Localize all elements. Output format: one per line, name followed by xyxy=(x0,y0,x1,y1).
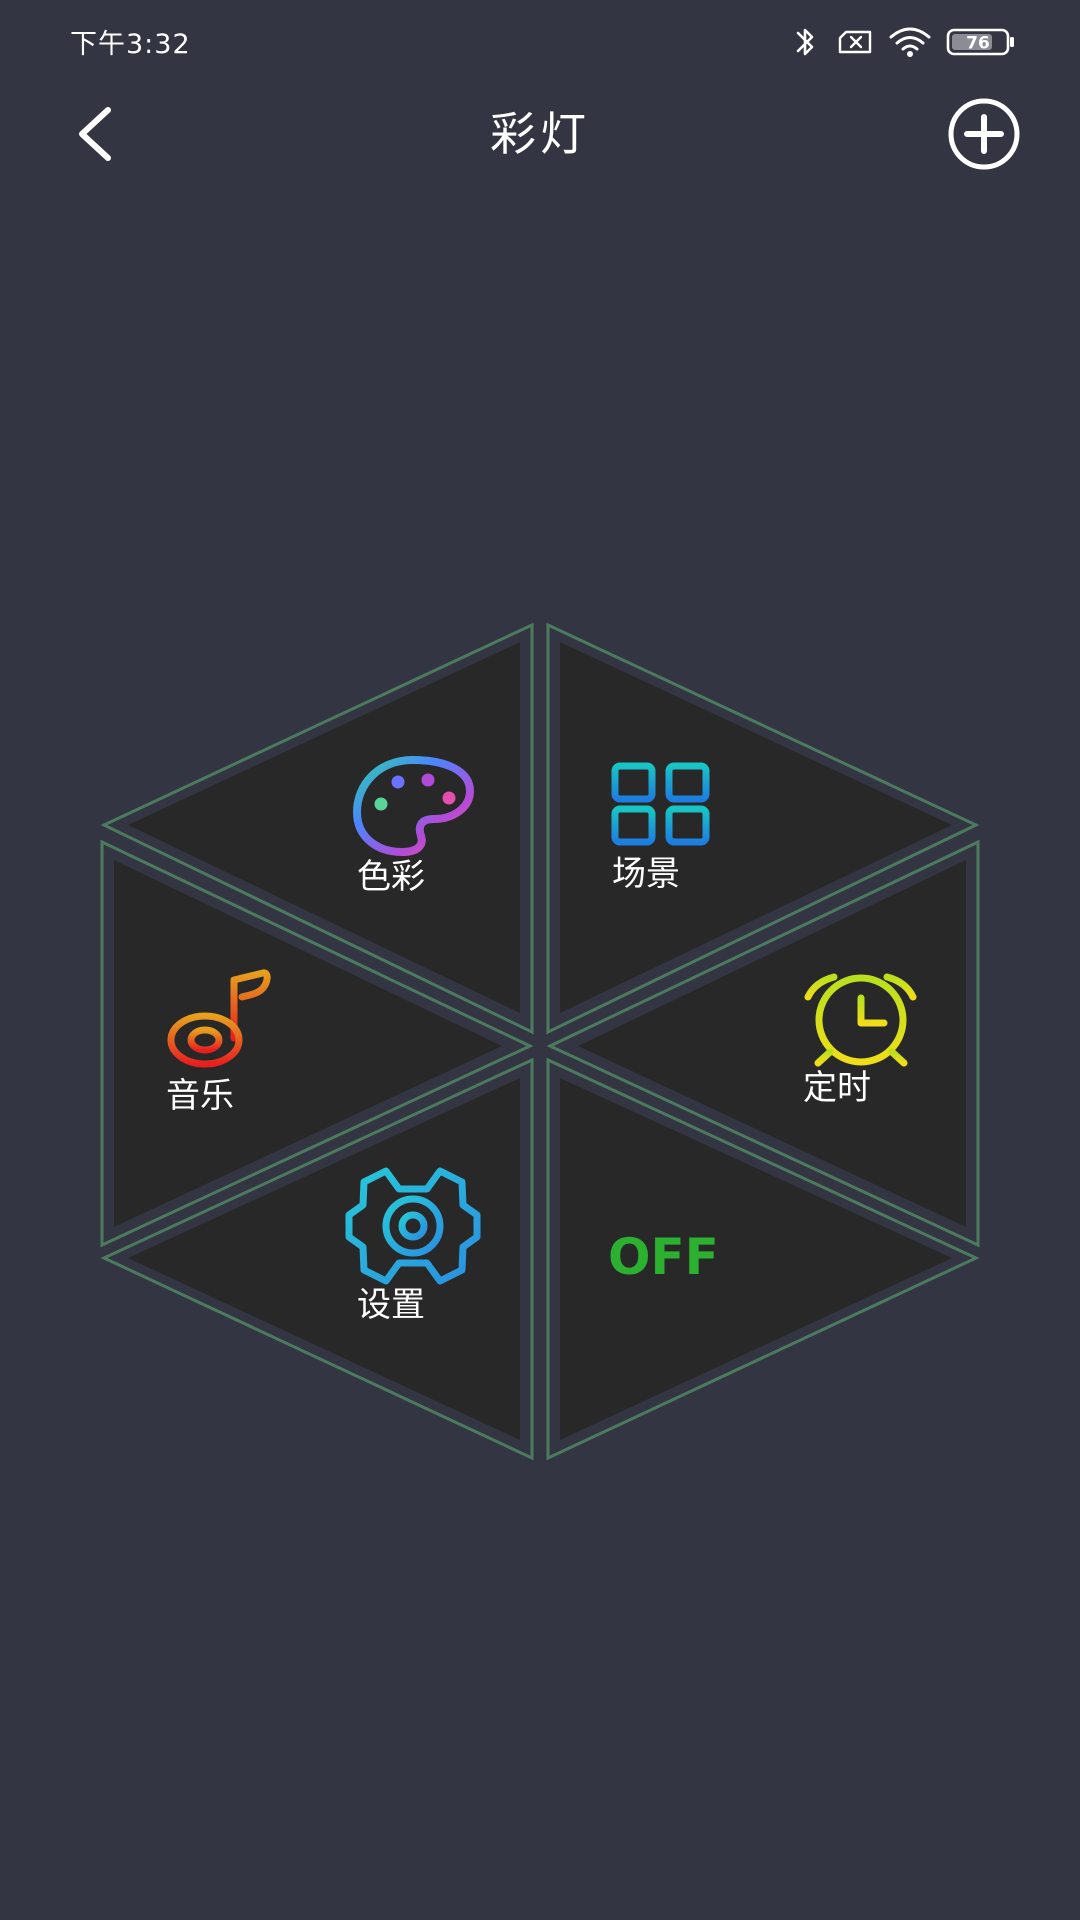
segment-settings-label: 设置 xyxy=(357,1285,425,1325)
hex-menu: 色彩 场景 音乐 定时 设置 OFF xyxy=(100,622,980,1461)
add-button[interactable] xyxy=(944,84,1024,184)
page-title: 彩灯 xyxy=(490,107,590,161)
segment-music-label: 音乐 xyxy=(166,1076,234,1116)
wifi-icon xyxy=(889,27,931,57)
off-label: OFF xyxy=(608,1228,719,1286)
status-icons: 76 xyxy=(790,22,1020,62)
plus-circle-icon xyxy=(948,98,1020,170)
segment-color-label: 色彩 xyxy=(357,857,425,897)
app-header: 彩灯 xyxy=(0,84,1080,184)
bluetooth-icon xyxy=(796,28,814,56)
status-bar: 下午3:32 76 xyxy=(0,0,1080,84)
battery-icon: 76 xyxy=(946,28,1014,56)
segment-timer-label: 定时 xyxy=(803,1068,871,1108)
no-sim-icon xyxy=(838,30,872,54)
battery-level: 76 xyxy=(966,34,990,54)
segment-scene-label: 场景 xyxy=(612,854,680,894)
status-time: 下午3:32 xyxy=(70,29,191,60)
